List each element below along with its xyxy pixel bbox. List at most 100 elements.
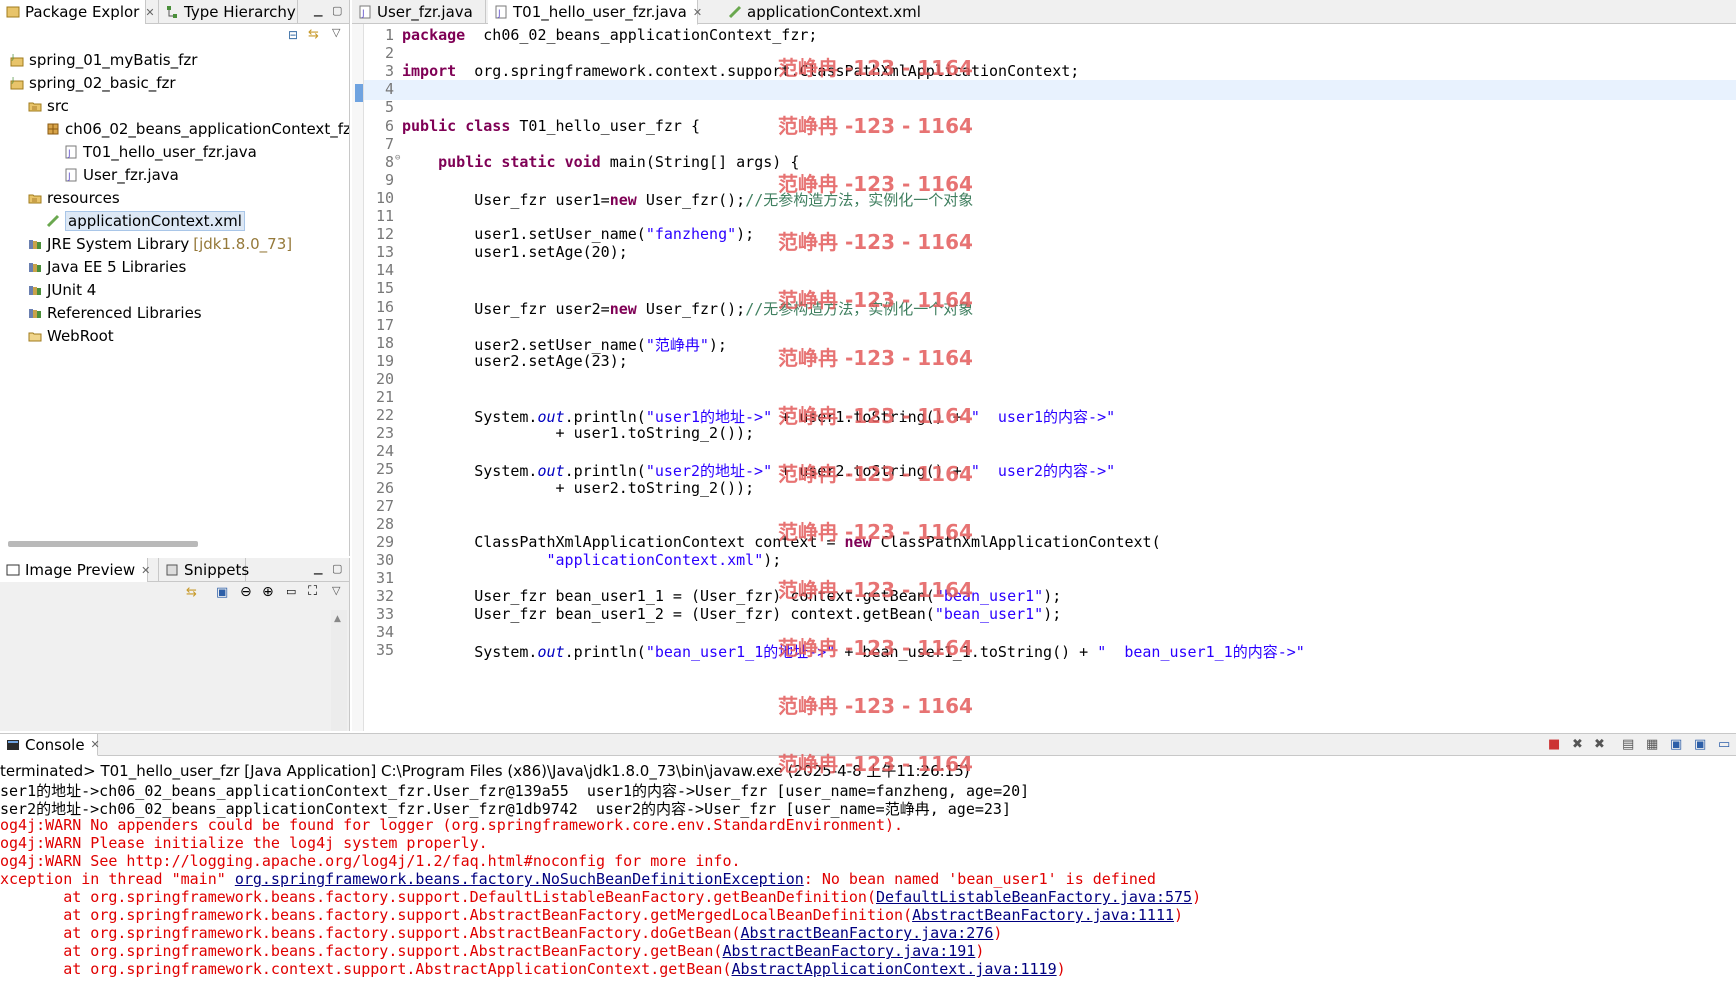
minimize-icon[interactable]: ▁ (314, 562, 322, 575)
snippets-icon (166, 564, 178, 576)
clear-console-icon[interactable]: ▤ (1622, 737, 1634, 752)
code-line[interactable]: 13 user1.setAge(20); (364, 243, 1736, 263)
tab-t01-hello-user-fzr-java[interactable]: J T01_hello_user_fzr.java ✕ (488, 0, 702, 25)
tree-item[interactable]: J User_fzr.java (0, 163, 349, 186)
code-line[interactable]: 20 (364, 370, 1736, 390)
tree-item[interactable]: resources (0, 186, 349, 209)
tree-item[interactable]: JRE System Library [jdk1.8.0_73] (0, 232, 349, 255)
code-area[interactable]: 1 package ch06_02_beans_applicationContex… (364, 24, 1736, 731)
code-line[interactable]: 9 (364, 171, 1736, 191)
code-line[interactable]: 14 (364, 261, 1736, 281)
tree-item[interactable]: Jspring_02_basic_fzr (0, 71, 349, 94)
code-line[interactable]: 32 User_fzr bean_user1_1 = (User_fzr) co… (364, 587, 1736, 607)
code-line[interactable]: 4 (364, 80, 1736, 101)
code-line[interactable]: 28 (364, 515, 1736, 535)
stack-trace-link[interactable]: AbstractBeanFactory.java:276 (741, 924, 994, 942)
tree-item-label: Referenced Libraries (47, 303, 202, 322)
code-line[interactable]: 6 public class T01_hello_user_fzr { (364, 117, 1736, 137)
close-icon[interactable]: ✕ (91, 738, 100, 751)
stack-trace-link[interactable]: AbstractApplicationContext.java:1119 (732, 960, 1057, 978)
code-line[interactable]: 15 (364, 279, 1736, 299)
tab-applicationcontext-xml[interactable]: applicationContext.xml (722, 0, 922, 24)
code-line[interactable]: 8 ⊖ public static void main(String[] args… (364, 153, 1736, 173)
tab-package-explorer[interactable]: Package Explor ✕ (0, 0, 155, 25)
code-line[interactable]: 17 (364, 316, 1736, 336)
zoom-out-icon[interactable]: ⊖ (240, 584, 252, 600)
fold-icon[interactable]: ⊖ (395, 153, 400, 163)
remove-launch-icon[interactable]: ✖ (1572, 737, 1583, 752)
horizontal-scrollbar[interactable] (8, 541, 198, 547)
code-line[interactable]: 27 (364, 497, 1736, 517)
tree-item[interactable]: J T01_hello_user_fzr.java (0, 140, 349, 163)
tree-item[interactable]: WebRoot (0, 324, 349, 347)
tree-item[interactable]: Jspring_01_myBatis_fzr (0, 48, 349, 71)
pin-console-icon[interactable]: ▣ (1670, 737, 1682, 752)
view-menu-icon[interactable]: ▽ (332, 26, 340, 39)
code-line[interactable]: 11 (364, 207, 1736, 227)
minimize-icon[interactable]: ▁ (314, 4, 322, 17)
tree-item[interactable]: ch06_02_beans_applicationContext_fzr (0, 117, 349, 140)
code-line[interactable]: 35 System.out.println("bean_user1_1的地址->… (364, 641, 1736, 661)
code-line[interactable]: 16 User_fzr user2=new User_fzr();//无参构造方… (364, 298, 1736, 318)
maximize-icon[interactable]: ▢ (332, 4, 342, 17)
vertical-scrollbar[interactable]: ▲ (331, 610, 347, 731)
code-line[interactable]: 2 (364, 44, 1736, 64)
tab-snippets[interactable]: Snippets (158, 558, 249, 582)
code-line[interactable]: 12 user1.setUser_name("fanzheng"); (364, 225, 1736, 245)
tree-item[interactable]: Referenced Libraries (0, 301, 349, 324)
stack-trace-link[interactable]: AbstractBeanFactory.java:1111 (912, 906, 1174, 924)
scroll-up-icon[interactable]: ▲ (334, 614, 341, 624)
code-line[interactable]: 7 (364, 135, 1736, 155)
code-line[interactable]: 25 System.out.println("user2的地址->" + use… (364, 460, 1736, 480)
line-number: 6 (384, 116, 394, 135)
code-line[interactable]: 10 User_fzr user1=new User_fzr();//无参构造方… (364, 189, 1736, 209)
code-line[interactable]: 5 (364, 98, 1736, 118)
code-line[interactable]: 21 (364, 388, 1736, 408)
line-number: 23 (375, 424, 394, 443)
scroll-lock-icon[interactable]: ▦ (1646, 737, 1658, 752)
tab-console[interactable]: Console ✕ (0, 734, 100, 756)
code-line[interactable]: 18 user2.setUser_name("范峥冉"); (364, 334, 1736, 354)
close-icon[interactable]: ✕ (145, 6, 154, 19)
fit-image-icon[interactable]: ▣ (216, 585, 228, 600)
code-line[interactable]: 1 package ch06_02_beans_applicationContex… (364, 26, 1736, 46)
link-with-editor-icon[interactable]: ⇆ (308, 27, 319, 42)
stack-trace-link[interactable]: DefaultListableBeanFactory.java:575 (876, 888, 1192, 906)
code-line[interactable]: 31 (364, 569, 1736, 589)
maximize-icon[interactable]: ▢ (332, 562, 342, 575)
line-number: 15 (375, 279, 394, 298)
tab-image-preview[interactable]: Image Preview ✕ (0, 558, 150, 583)
code-line[interactable]: 24 (364, 442, 1736, 462)
fit-window-icon[interactable]: ⛶ (308, 584, 317, 599)
svg-text:J: J (67, 149, 71, 159)
close-icon[interactable]: ✕ (693, 6, 702, 19)
code-line[interactable]: 22 System.out.println("user1的地址->" + use… (364, 406, 1736, 426)
link-icon[interactable]: ⇆ (186, 585, 197, 600)
stack-trace-link[interactable]: AbstractBeanFactory.java:191 (722, 942, 975, 960)
code-line[interactable]: 29 ClassPathXmlApplicationContext contex… (364, 533, 1736, 553)
display-selected-console-icon[interactable]: ▣ (1694, 737, 1706, 752)
zoom-in-icon[interactable]: ⊕ (262, 584, 274, 600)
tree-item[interactable]: JUnit 4 (0, 278, 349, 301)
code-line[interactable]: 33 User_fzr bean_user1_2 = (User_fzr) co… (364, 605, 1736, 625)
code-line[interactable]: 26 + user2.toString_2()); (364, 479, 1736, 499)
code-line[interactable]: 23 + user1.toString_2()); (364, 424, 1736, 444)
tree-item[interactable]: applicationContext.xml (0, 209, 349, 232)
stack-trace-link[interactable]: org.springframework.beans.factory.NoSuch… (235, 870, 804, 888)
remove-all-terminated-icon[interactable]: ✖ (1594, 737, 1605, 752)
actual-size-icon[interactable]: ▭ (286, 585, 296, 598)
tab-type-hierarchy[interactable]: Type Hierarchy (158, 0, 298, 24)
code-line[interactable]: 34 (364, 623, 1736, 643)
close-icon[interactable]: ✕ (141, 564, 150, 577)
code-line[interactable]: 3 import org.springframework.context.supp… (364, 62, 1736, 82)
view-menu-icon[interactable]: ▽ (332, 584, 340, 597)
tree-item[interactable]: src (0, 94, 349, 117)
open-console-icon[interactable]: ▭ (1718, 737, 1730, 752)
terminate-icon[interactable]: ■ (1548, 737, 1560, 752)
code-line[interactable]: 19 user2.setAge(23); (364, 352, 1736, 372)
code-line[interactable]: 30 "applicationContext.xml"); (364, 551, 1736, 571)
tree-item[interactable]: Java EE 5 Libraries (0, 255, 349, 278)
collapse-all-icon[interactable]: ⊟ (288, 28, 298, 42)
code-text: + user1.toString_2()); (402, 424, 755, 443)
tab-user-fzr-java[interactable]: J User_fzr.java (352, 0, 486, 24)
